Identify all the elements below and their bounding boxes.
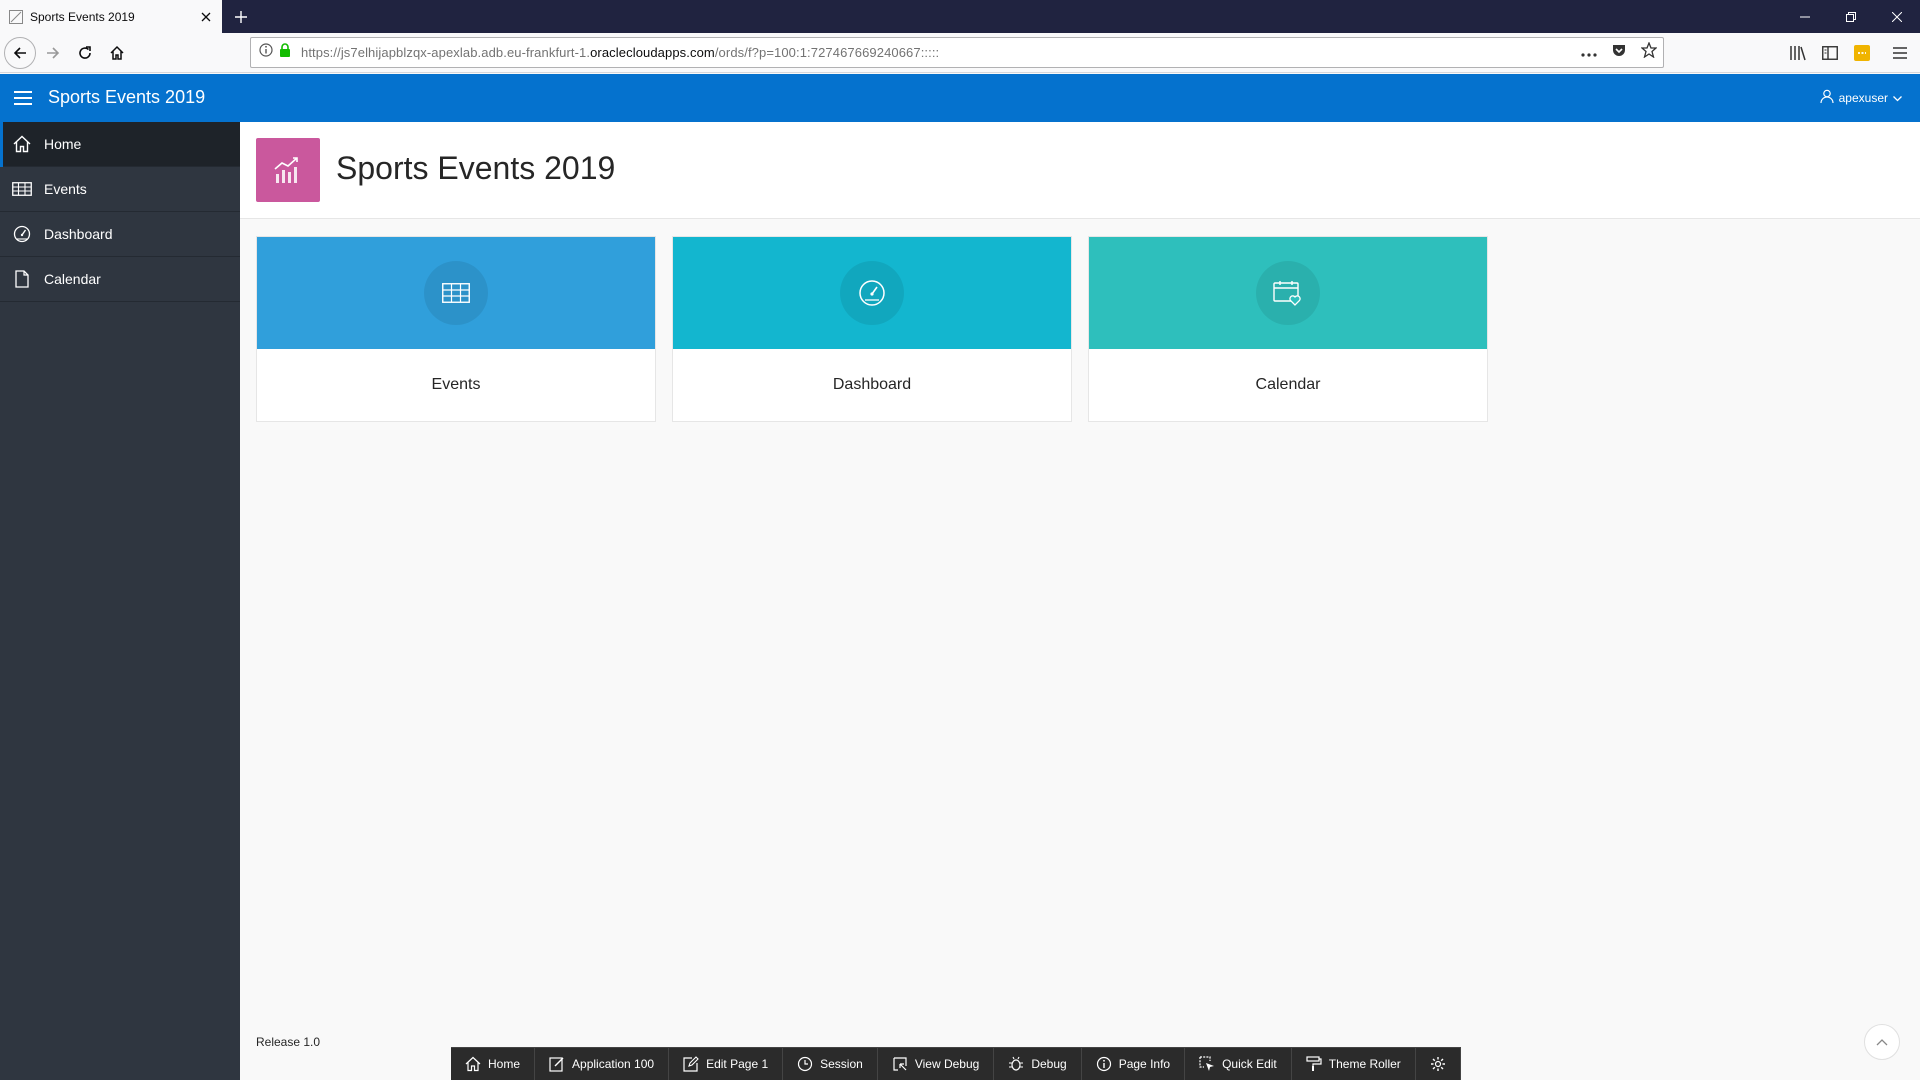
card-dashboard[interactable]: Dashboard xyxy=(672,236,1072,422)
devbar-label: Application 100 xyxy=(572,1057,655,1071)
nav-item-events[interactable]: Events xyxy=(0,167,240,212)
file-icon xyxy=(12,269,32,289)
url-text[interactable]: https://js7elhijapblzqx-apexlab.adb.eu-f… xyxy=(301,45,939,60)
nav-item-label: Home xyxy=(44,136,82,152)
main-content: Sports Events 2019 Events Dashboard Cale… xyxy=(240,122,1920,1080)
card-events[interactable]: Events xyxy=(256,236,656,422)
user-menu[interactable]: apexuser xyxy=(1820,89,1902,106)
card-calendar[interactable]: Calendar xyxy=(1088,236,1488,422)
favicon-icon xyxy=(8,9,24,25)
more-icon[interactable] xyxy=(1581,44,1597,62)
app-title[interactable]: Sports Events 2019 xyxy=(48,87,205,108)
close-window-icon[interactable] xyxy=(1874,0,1920,33)
bookmark-star-icon[interactable] xyxy=(1640,41,1658,63)
extension-icon[interactable] xyxy=(1852,43,1872,63)
devbar-application[interactable]: Application 100 xyxy=(535,1048,670,1080)
library-icon[interactable] xyxy=(1788,43,1808,63)
info-icon xyxy=(1096,1056,1112,1072)
minimize-icon[interactable] xyxy=(1782,0,1828,33)
devbar-label: View Debug xyxy=(914,1057,980,1071)
devbar-edit-page[interactable]: Edit Page 1 xyxy=(669,1048,784,1080)
chart-line-icon xyxy=(256,138,320,202)
page-title: Sports Events 2019 xyxy=(336,150,616,186)
card-band xyxy=(673,237,1071,349)
browser-tabstrip: Sports Events 2019 xyxy=(0,0,1920,33)
view-debug-icon xyxy=(892,1056,908,1072)
card-label: Events xyxy=(431,376,481,393)
dashboard-icon xyxy=(12,224,32,244)
menu-icon[interactable] xyxy=(1890,43,1910,63)
lock-icon[interactable] xyxy=(279,43,291,62)
browser-navbar: https://js7elhijapblzqx-apexlab.adb.eu-f… xyxy=(0,33,1920,73)
devbar-theme-roller[interactable]: Theme Roller xyxy=(1292,1048,1416,1080)
edit-page-icon xyxy=(683,1056,699,1072)
home-icon[interactable] xyxy=(101,37,133,69)
browser-tab[interactable]: Sports Events 2019 xyxy=(0,0,222,33)
nav-item-dashboard[interactable]: Dashboard xyxy=(0,212,240,257)
devbar-label: Page Info xyxy=(1118,1057,1171,1071)
devbar-label: Debug xyxy=(1031,1057,1067,1071)
back-icon[interactable] xyxy=(4,37,36,69)
devbar-page-info[interactable]: Page Info xyxy=(1082,1048,1186,1080)
hamburger-menu-icon[interactable] xyxy=(9,84,37,112)
paint-roller-icon xyxy=(1306,1056,1322,1072)
nav-item-label: Calendar xyxy=(44,271,101,287)
nav-item-label: Events xyxy=(44,181,87,197)
devbar-label: Edit Page 1 xyxy=(706,1057,769,1071)
pocket-icon[interactable] xyxy=(1611,42,1627,63)
table-icon xyxy=(424,261,488,325)
card-band xyxy=(1089,237,1487,349)
devbar-settings[interactable] xyxy=(1416,1048,1461,1080)
chevron-down-icon xyxy=(1893,91,1902,105)
card-label: Calendar xyxy=(1255,376,1321,393)
devbar-label: Home xyxy=(488,1057,521,1071)
home-icon xyxy=(12,134,32,154)
edit-app-icon xyxy=(549,1056,565,1072)
close-tab-icon[interactable] xyxy=(198,9,214,25)
reload-icon[interactable] xyxy=(69,37,101,69)
url-bar[interactable]: https://js7elhijapblzqx-apexlab.adb.eu-f… xyxy=(250,37,1664,68)
devbar-label: Session xyxy=(820,1057,863,1071)
info-icon[interactable] xyxy=(259,43,273,62)
table-icon xyxy=(12,179,32,199)
new-tab-icon[interactable] xyxy=(230,6,252,28)
developer-toolbar: Home Application 100 Edit Page 1 Session… xyxy=(451,1047,1461,1080)
devbar-view-debug[interactable]: View Debug xyxy=(878,1048,995,1080)
clock-icon xyxy=(797,1056,813,1072)
devbar-session[interactable]: Session xyxy=(783,1048,878,1080)
forward-icon[interactable] xyxy=(37,37,69,69)
devbar-label: Theme Roller xyxy=(1328,1057,1401,1071)
release-text: Release 1.0 xyxy=(256,1035,321,1049)
devbar-label: Quick Edit xyxy=(1222,1057,1277,1071)
tab-title: Sports Events 2019 xyxy=(30,9,135,24)
dashboard-icon xyxy=(840,261,904,325)
card-band xyxy=(257,237,655,349)
gear-icon xyxy=(1430,1056,1446,1072)
card-label: Dashboard xyxy=(832,376,912,393)
sidebar-icon[interactable] xyxy=(1820,43,1840,63)
scroll-to-top-button[interactable] xyxy=(1864,1024,1900,1060)
nav-item-home[interactable]: Home xyxy=(0,122,240,167)
hero-region: Sports Events 2019 xyxy=(240,122,1920,219)
devbar-home[interactable]: Home xyxy=(451,1048,536,1080)
quick-edit-icon xyxy=(1199,1056,1215,1072)
app-header: Sports Events 2019 apexuser xyxy=(0,74,1920,122)
home-icon xyxy=(465,1056,481,1072)
bug-icon xyxy=(1008,1056,1024,1072)
restore-icon[interactable] xyxy=(1828,0,1874,33)
devbar-debug[interactable]: Debug xyxy=(994,1048,1082,1080)
calendar-heart-icon xyxy=(1256,261,1320,325)
side-navigation: Home Events Dashboard Calendar xyxy=(0,122,240,1080)
nav-item-label: Dashboard xyxy=(44,226,113,242)
username: apexuser xyxy=(1838,90,1888,105)
nav-item-calendar[interactable]: Calendar xyxy=(0,257,240,302)
devbar-quick-edit[interactable]: Quick Edit xyxy=(1185,1048,1292,1080)
user-icon xyxy=(1820,89,1834,106)
